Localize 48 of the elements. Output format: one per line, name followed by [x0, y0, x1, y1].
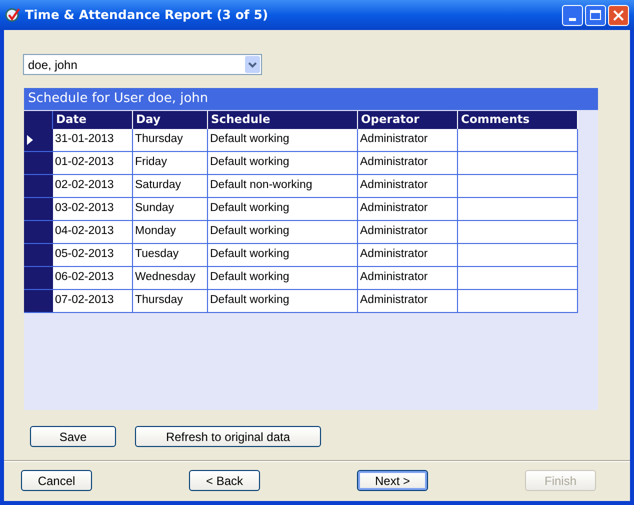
table-cell: Administrator — [358, 175, 458, 197]
table-cell: Administrator — [358, 198, 458, 220]
table-cell: Sunday — [133, 198, 208, 220]
table-cell: 31-01-2013 — [53, 129, 133, 151]
table-cell: Tuesday — [133, 244, 208, 266]
panel-title: Schedule for User doe, john — [24, 88, 598, 110]
save-button[interactable]: Save — [30, 426, 116, 447]
table-cell: 02-02-2013 — [53, 175, 133, 197]
table-cell: Administrator — [358, 290, 458, 312]
table-cell: Default working — [208, 221, 358, 243]
table-cell: Friday — [133, 152, 208, 174]
table-cell: 07-02-2013 — [53, 290, 133, 312]
table-cell: Default working — [208, 290, 358, 312]
clock-check-icon — [5, 7, 21, 23]
wizard-button[interactable]: Cancel — [21, 470, 92, 491]
table-cell: Default working — [208, 152, 358, 174]
table-cell: Saturday — [133, 175, 208, 197]
table-cell: Thursday — [133, 290, 208, 312]
table-cell: 05-02-2013 — [53, 244, 133, 266]
row-pointer-icon — [27, 135, 33, 145]
window-title: Time & Attendance Report (3 of 5) — [25, 6, 268, 24]
table-cell: Default non-working — [208, 175, 358, 197]
table-cell: 06-02-2013 — [53, 267, 133, 289]
table-cell: 01-02-2013 — [53, 152, 133, 174]
close-button[interactable] — [608, 4, 629, 26]
table-cell: Thursday — [133, 129, 208, 151]
table-cell: Administrator — [358, 267, 458, 289]
table-cell: Default working — [208, 198, 358, 220]
maximize-button[interactable] — [585, 4, 606, 26]
table-cell: Default working — [208, 244, 358, 266]
table-cell: 03-02-2013 — [53, 198, 133, 220]
table-cell: Monday — [133, 221, 208, 243]
wizard-button[interactable]: Next > — [357, 470, 428, 491]
user-dropdown[interactable]: doe, john — [23, 54, 262, 75]
dropdown-caret-icon — [245, 56, 260, 73]
minimize-button[interactable] — [562, 4, 583, 26]
table-cell: Default working — [208, 129, 358, 151]
table-cell: Administrator — [358, 244, 458, 266]
row-header[interactable] — [24, 129, 53, 151]
table-cell: Wednesday — [133, 267, 208, 289]
wizard-button[interactable]: < Back — [189, 470, 260, 491]
table-cell: 04-02-2013 — [53, 221, 133, 243]
refresh-button[interactable]: Refresh to original data — [135, 426, 321, 447]
table-cell: Default working — [208, 267, 358, 289]
close-icon — [613, 10, 624, 20]
table-cell: Administrator — [358, 221, 458, 243]
table-cell: Administrator — [358, 129, 458, 151]
table-cell: Administrator — [358, 152, 458, 174]
